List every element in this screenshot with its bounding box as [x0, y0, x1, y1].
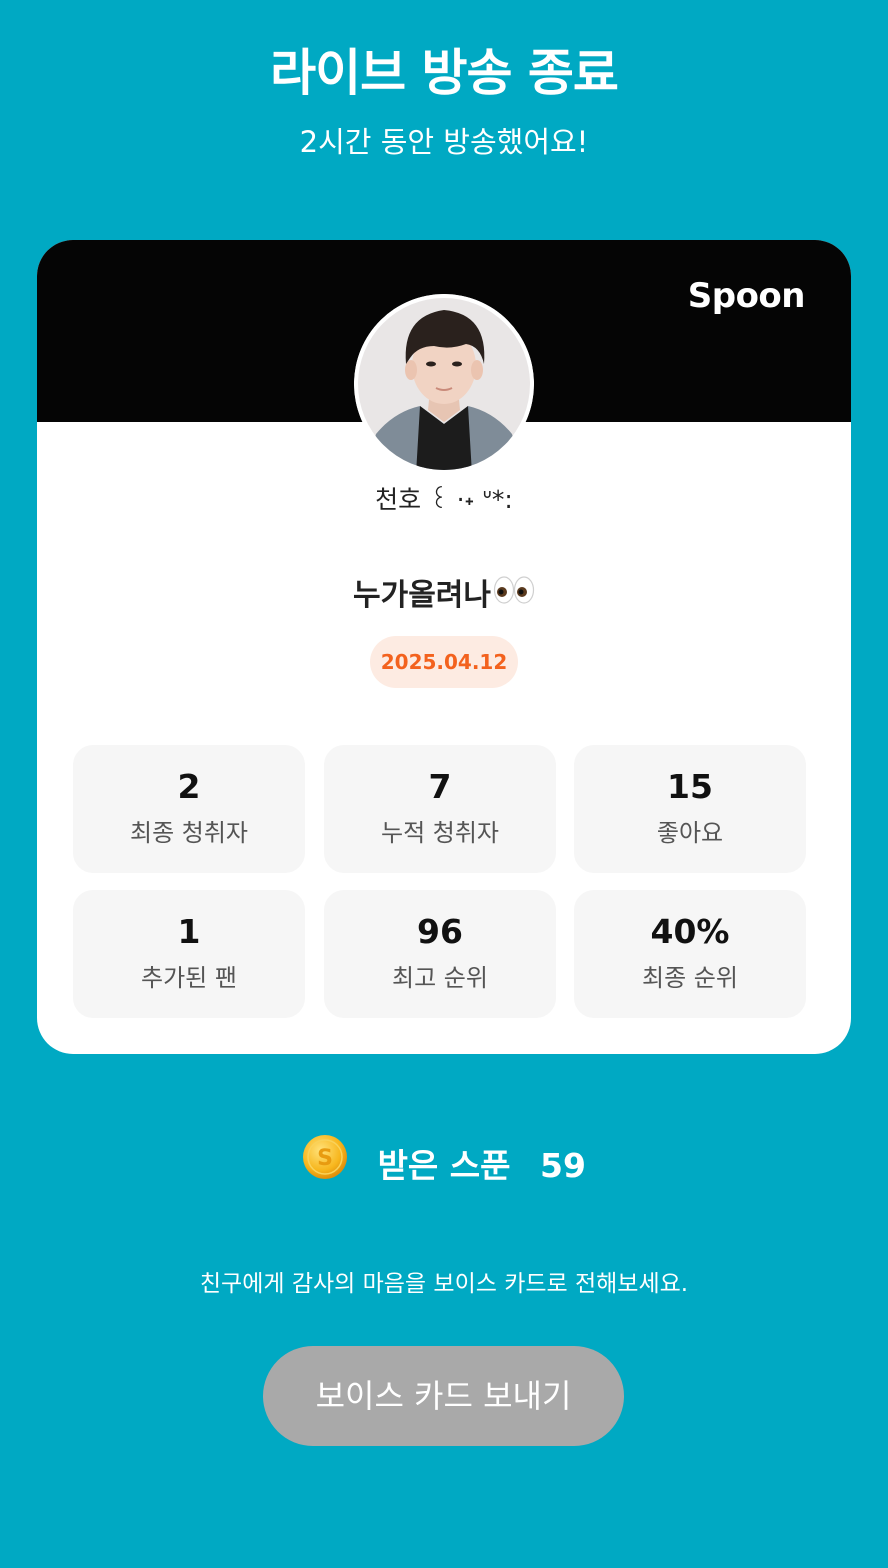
avatar [354, 294, 534, 474]
stat-label: 좋아요 [656, 819, 724, 847]
spoons-label: 받은 스푼 [377, 1145, 511, 1185]
stat-label: 최종 순위 [642, 964, 738, 992]
broadcast-duration-text: 2시간 동안 방송했어요! [299, 125, 589, 159]
send-voice-card-button[interactable]: 보이스 카드 보내기 [263, 1346, 624, 1446]
profile-photo [354, 294, 534, 474]
stat-label: 최고 순위 [392, 964, 488, 992]
live-summary-card: Spoon 천호 ꒰ ·˖ ᐡ*: 누가올려나 2025.04.12 2 최종 … [37, 240, 851, 1054]
stat-total-listeners: 7 누적 청취자 [324, 745, 556, 873]
live-title: 누가올려나 [37, 574, 851, 619]
stat-final-listeners: 2 최종 청취자 [73, 745, 305, 873]
stat-value: 40% [650, 912, 730, 951]
stat-label: 최종 청취자 [129, 819, 249, 847]
received-spoons: S 받은 스푼 59 [0, 1134, 888, 1197]
stat-new-fans: 1 추가된 팬 [73, 890, 305, 1018]
eyes-emoji-icon [493, 574, 535, 619]
spoon-logo: Spoon [687, 276, 806, 316]
broadcast-date-badge: 2025.04.12 [370, 636, 518, 688]
voice-card-prompt: 친구에게 감사의 마음을 보이스 카드로 전해보세요. [199, 1271, 689, 1297]
stat-final-rank: 40% 최종 순위 [574, 890, 806, 1018]
stat-value: 15 [667, 767, 713, 806]
streamer-nickname: 천호 ꒰ ·˖ ᐡ*: [375, 485, 513, 514]
svg-text:S: S [317, 1146, 333, 1171]
stat-best-rank: 96 최고 순위 [324, 890, 556, 1018]
stat-likes: 15 좋아요 [574, 745, 806, 873]
stat-value: 2 [177, 767, 201, 806]
spoon-coin-icon: S [302, 1134, 348, 1197]
live-title-text: 누가올려나 [353, 578, 491, 613]
live-end-screen: 라이브 방송 종료 2시간 동안 방송했어요! Spoon 천호 ꒰ ·˖ ᐡ*… [0, 0, 888, 1568]
stat-value: 1 [177, 912, 201, 951]
stat-value: 7 [428, 767, 452, 806]
spoons-count: 59 [540, 1145, 586, 1185]
page-title: 라이브 방송 종료 [270, 44, 619, 102]
stat-value: 96 [417, 912, 463, 951]
stat-label: 추가된 팬 [141, 964, 237, 992]
stat-label: 누적 청취자 [380, 819, 500, 847]
